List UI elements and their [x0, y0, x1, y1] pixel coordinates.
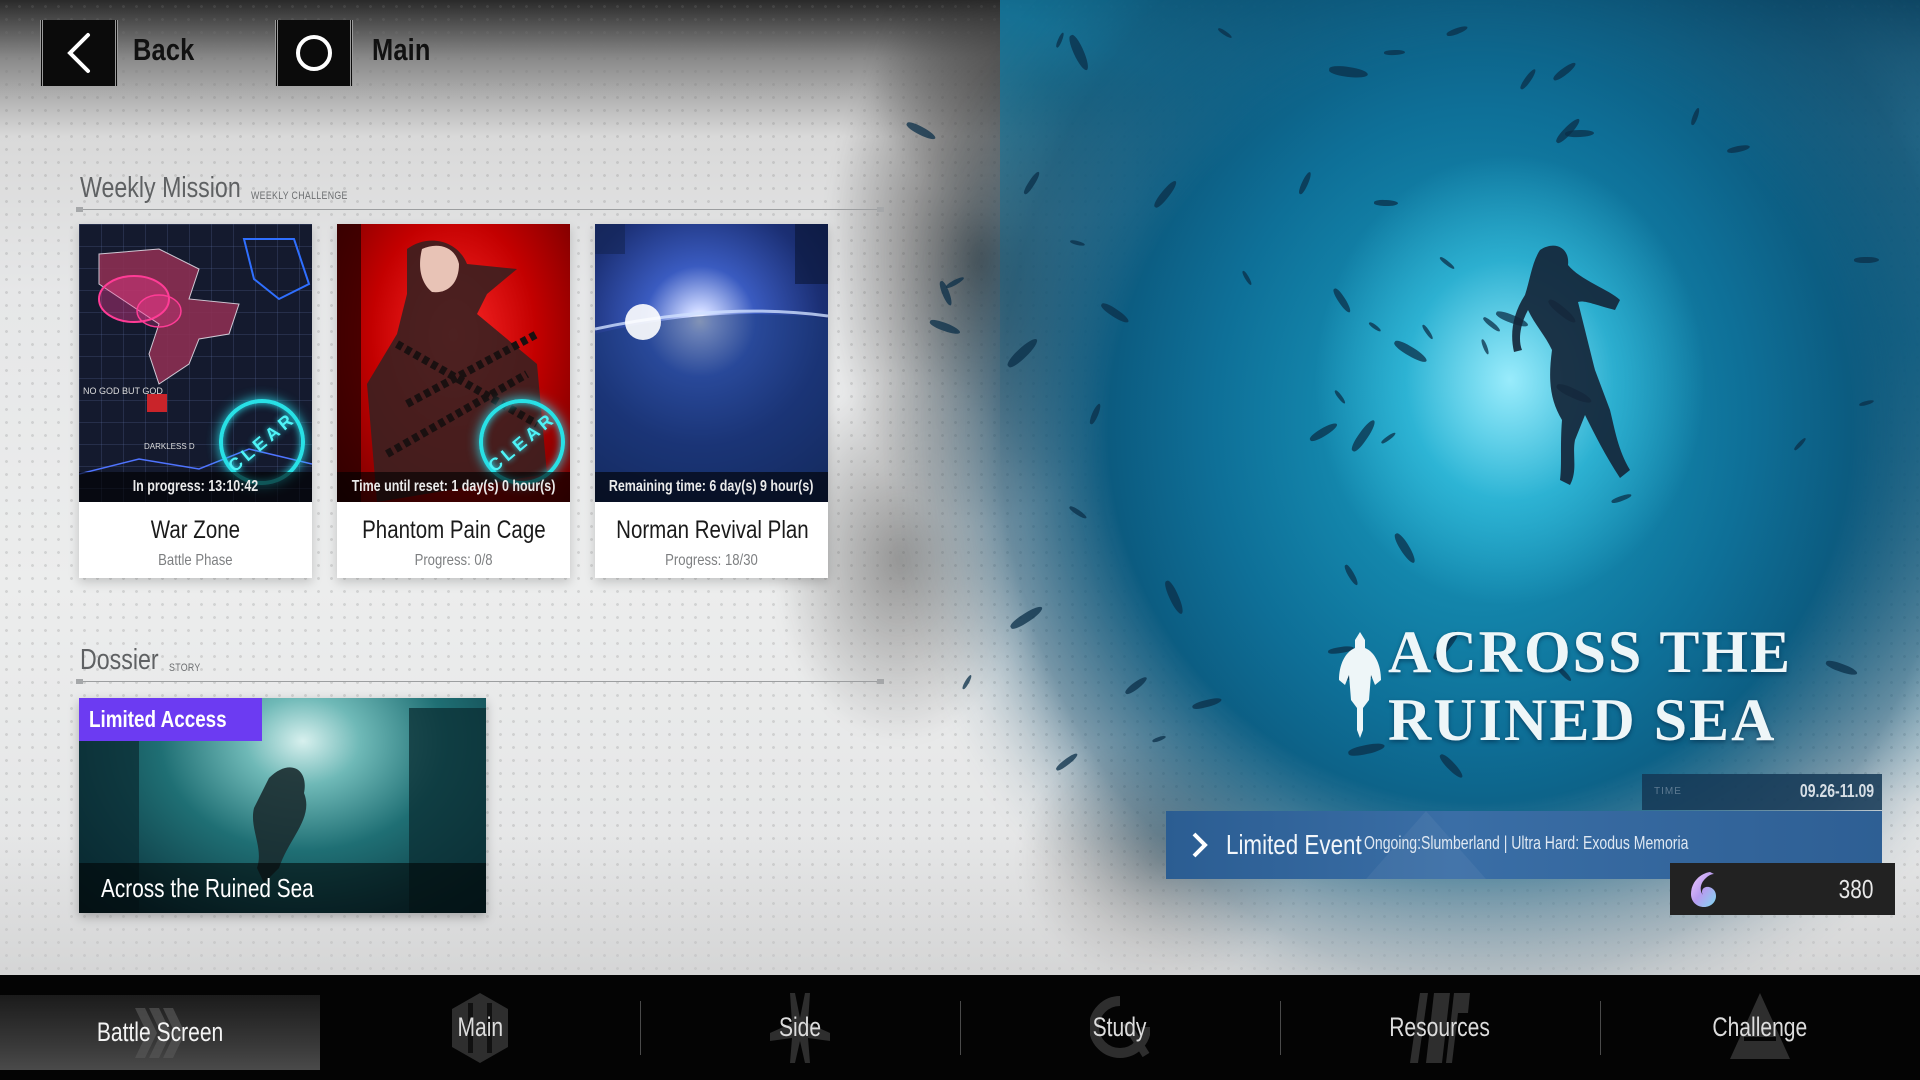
- card-subtitle: Progress: 0/8: [414, 552, 493, 569]
- dossier-divider: [76, 679, 884, 684]
- dossier-card-across-the-ruined-sea[interactable]: Limited Access Across the Ruined Sea: [79, 698, 486, 913]
- main-button[interactable]: [275, 20, 353, 86]
- nav-tab-challenge[interactable]: Challenge: [1600, 975, 1920, 1080]
- dossier-title: Dossier: [80, 644, 159, 676]
- back-button[interactable]: [40, 20, 118, 86]
- weekly-mission-title: Weekly Mission: [80, 172, 241, 204]
- time-label: TIME: [1654, 786, 1682, 797]
- svg-text:DARKLESS D: DARKLESS D: [144, 442, 195, 451]
- event-time-box: TIME 09.26-11.09: [1642, 774, 1882, 810]
- nav-tab-side[interactable]: Side: [640, 975, 960, 1080]
- card-status: In progress: 13:10:42: [79, 472, 312, 502]
- card-title: War Zone: [150, 516, 241, 544]
- weekly-mission-subtitle: WEEKLY CHALLENGE: [251, 190, 348, 202]
- bottom-nav: Battle Screen Main Side Study Resources: [0, 975, 1920, 1080]
- norman-revival-plan-thumbnail: Remaining time: 6 day(s) 9 hour(s): [595, 224, 828, 502]
- chevron-left-icon: [67, 33, 90, 73]
- dossier-caption: Across the Ruined Sea: [79, 863, 486, 913]
- card-title: Phantom Pain Cage: [361, 516, 546, 544]
- back-label[interactable]: Back: [133, 32, 194, 68]
- war-zone-thumbnail: NO GOD BUT GOD DARKLESS D CLEAR In progr…: [79, 224, 312, 502]
- mission-card-war-zone[interactable]: NO GOD BUT GOD DARKLESS D CLEAR In progr…: [79, 224, 312, 578]
- chevron-right-icon: [1192, 832, 1208, 858]
- phantom-pain-cage-thumbnail: CLEAR Time until reset: 1 day(s) 0 hour(…: [337, 224, 570, 502]
- nav-tab-resources[interactable]: Resources: [1280, 975, 1600, 1080]
- card-subtitle: Progress: 18/30: [665, 552, 758, 569]
- nav-tab-study[interactable]: Study: [960, 975, 1280, 1080]
- card-status: Time until reset: 1 day(s) 0 hour(s): [337, 472, 570, 502]
- currency-value: 380: [1838, 873, 1873, 904]
- trident-emblem-icon: [1339, 632, 1381, 738]
- limited-event-description: Ongoing:Slumberland | Ultra Hard: Exodus…: [1364, 833, 1689, 853]
- card-status: Remaining time: 6 day(s) 9 hour(s): [595, 472, 828, 502]
- event-currency: 380: [1670, 863, 1895, 915]
- limited-event-label: Limited Event: [1226, 829, 1362, 860]
- weekly-divider: [76, 207, 884, 212]
- time-value: 09.26-11.09: [1799, 781, 1874, 801]
- shell-icon: [1691, 872, 1716, 907]
- circle-icon: [296, 35, 332, 71]
- card-subtitle: Battle Phase: [158, 552, 233, 569]
- nav-tab-battle-screen[interactable]: Battle Screen: [0, 995, 320, 1070]
- card-title: Norman Revival Plan: [616, 516, 809, 544]
- event-title: ACROSS THE RUINED SEA: [1388, 619, 1793, 753]
- dossier-subtitle: STORY: [169, 662, 201, 674]
- mission-card-norman-revival-plan[interactable]: Remaining time: 6 day(s) 9 hour(s) Norma…: [595, 224, 828, 578]
- limited-access-badge: Limited Access: [79, 698, 262, 741]
- mission-card-phantom-pain-cage[interactable]: CLEAR Time until reset: 1 day(s) 0 hour(…: [337, 224, 570, 578]
- nav-tab-main[interactable]: Main: [320, 975, 640, 1080]
- diver-figure: [1512, 245, 1630, 485]
- main-label[interactable]: Main: [372, 32, 431, 68]
